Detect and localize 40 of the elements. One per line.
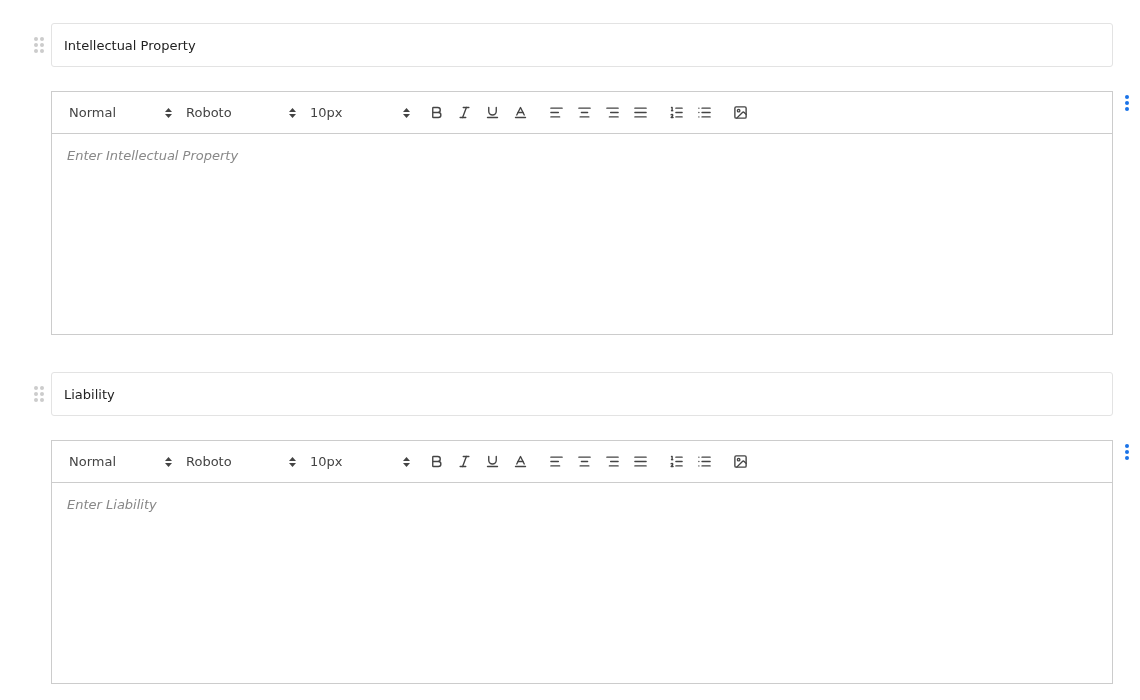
- size-select[interactable]: 10px: [308, 105, 418, 120]
- image-icon: [732, 454, 748, 469]
- sort-arrows-icon: [403, 107, 410, 118]
- align-right-icon: [604, 105, 620, 120]
- text-color-icon: [512, 105, 528, 120]
- editor-text-field[interactable]: Enter Intellectual Property: [51, 134, 1113, 335]
- align-right-icon: [604, 454, 620, 469]
- underline-icon: [484, 105, 500, 120]
- numbered-list-icon: [668, 454, 684, 469]
- italic-icon: [456, 454, 472, 469]
- font-select[interactable]: Roboto: [184, 454, 304, 469]
- align-center-icon: [576, 454, 592, 469]
- sort-arrows-icon: [289, 107, 296, 118]
- section-title-field[interactable]: Intellectual Property: [51, 23, 1113, 67]
- sort-arrows-icon: [289, 456, 296, 467]
- align-center-icon: [576, 105, 592, 120]
- align-left-icon: [548, 105, 564, 120]
- image-icon: [732, 105, 748, 120]
- justify-icon: [632, 454, 648, 469]
- font-select[interactable]: Roboto: [184, 105, 304, 120]
- text-color-icon: [512, 454, 528, 469]
- heading-select[interactable]: Normal: [67, 454, 180, 469]
- underline-icon: [484, 454, 500, 469]
- justify-icon: [632, 105, 648, 120]
- sort-arrows-icon: [165, 456, 172, 467]
- sort-arrows-icon: [165, 107, 172, 118]
- size-select[interactable]: 10px: [308, 454, 418, 469]
- drag-handle-icon[interactable]: [34, 37, 44, 53]
- numbered-list-icon: [668, 105, 684, 120]
- heading-select[interactable]: Normal: [67, 105, 180, 120]
- bullet-list-icon: [696, 105, 712, 120]
- drag-handle-icon[interactable]: [34, 386, 44, 402]
- section-title-field[interactable]: Liability: [51, 372, 1113, 416]
- align-left-icon: [548, 454, 564, 469]
- more-options-icon[interactable]: [1123, 444, 1130, 460]
- sort-arrows-icon: [403, 456, 410, 467]
- bullet-list-icon: [696, 454, 712, 469]
- more-options-icon[interactable]: [1123, 95, 1130, 111]
- italic-icon: [456, 105, 472, 120]
- editor-text-field[interactable]: Enter Liability: [51, 483, 1113, 684]
